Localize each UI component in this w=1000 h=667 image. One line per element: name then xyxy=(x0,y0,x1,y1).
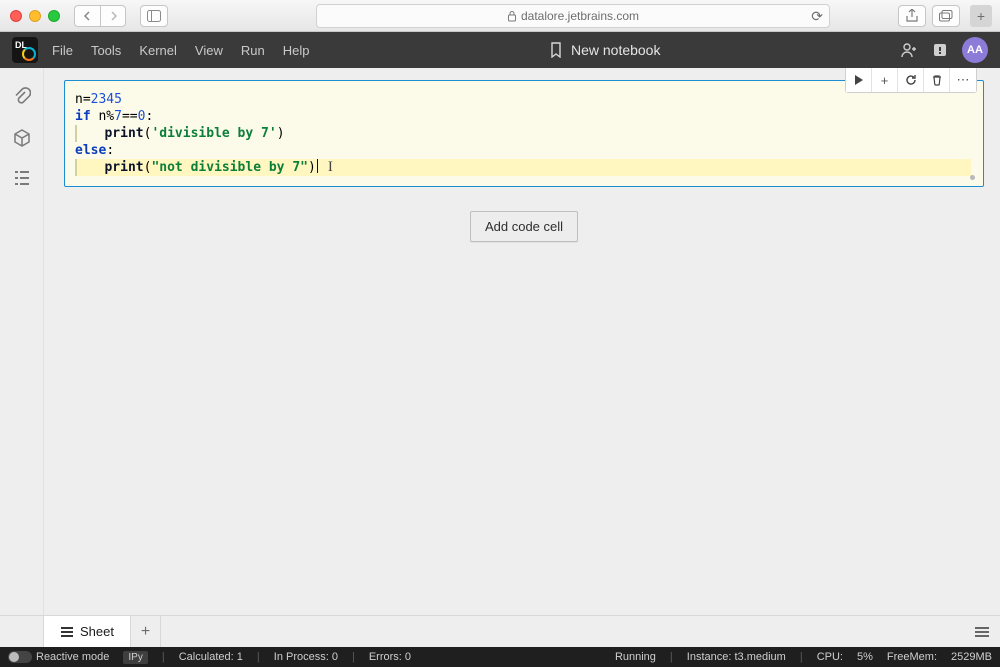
restart-cell-button[interactable] xyxy=(898,68,924,92)
sheet-tab-label: Sheet xyxy=(80,624,114,639)
status-instance: Instance: t3.medium xyxy=(687,651,786,663)
indent-guide xyxy=(75,159,77,176)
app-menu-bar: DL File Tools Kernel View Run Help New n… xyxy=(0,32,1000,68)
workspace: + ⋯ n=2345 if n%7==0: print('divisible b… xyxy=(0,68,1000,615)
status-bar: Reactive mode IPy | Calculated: 1 | In P… xyxy=(0,647,1000,667)
new-tab-button[interactable]: + xyxy=(970,5,992,27)
menu-run[interactable]: Run xyxy=(241,43,265,58)
sheet-strip: Sheet + xyxy=(0,615,1000,647)
share-button[interactable] xyxy=(898,5,926,27)
status-running: Running xyxy=(615,651,656,663)
actions-right: AA xyxy=(900,37,988,63)
report-icon[interactable] xyxy=(932,42,948,58)
code-editor[interactable]: n=2345 if n%7==0: print('divisible by 7'… xyxy=(65,81,983,186)
notebook-title-area: New notebook xyxy=(309,42,900,58)
reactive-mode-label: Reactive mode xyxy=(36,651,109,663)
separator: | xyxy=(800,651,803,663)
close-window-icon[interactable] xyxy=(10,10,22,22)
status-errors: Errors: 0 xyxy=(369,651,411,663)
app-logo-swirl-icon xyxy=(22,47,36,61)
code-number: 7 xyxy=(114,109,122,124)
sheet-strip-spacer xyxy=(0,616,44,647)
sheet-icon xyxy=(60,626,74,638)
code-text: n% xyxy=(91,109,114,124)
menu-view[interactable]: View xyxy=(195,43,223,58)
add-code-cell-button[interactable]: Add code cell xyxy=(470,211,578,242)
separator: | xyxy=(352,651,355,663)
add-cell-row: Add code cell xyxy=(64,211,984,242)
share-users-icon[interactable] xyxy=(900,42,918,58)
back-button[interactable] xyxy=(74,5,100,27)
delete-cell-button[interactable] xyxy=(924,68,950,92)
left-rail xyxy=(0,68,44,615)
status-cpu-value: 5% xyxy=(857,651,873,663)
status-freemem-label: FreeMem: xyxy=(887,651,937,663)
kernel-badge[interactable]: IPy xyxy=(123,651,147,664)
url-bar[interactable]: datalore.jetbrains.com ⟳ xyxy=(316,4,830,28)
menu-items: File Tools Kernel View Run Help xyxy=(52,43,309,58)
browser-chrome: datalore.jetbrains.com ⟳ + xyxy=(0,0,1000,32)
code-text: : xyxy=(145,109,153,124)
code-text: n= xyxy=(75,92,91,107)
menu-help[interactable]: Help xyxy=(283,43,310,58)
outline-icon[interactable] xyxy=(13,170,31,186)
code-string: 'divisible by 7' xyxy=(151,126,276,141)
add-sheet-button[interactable]: + xyxy=(131,616,161,647)
menu-file[interactable]: File xyxy=(52,43,73,58)
separator: | xyxy=(257,651,260,663)
sheet-menu-icon[interactable] xyxy=(974,626,990,638)
sheet-strip-right xyxy=(161,616,1000,647)
reload-button[interactable]: ⟳ xyxy=(811,8,823,25)
sheet-tab[interactable]: Sheet xyxy=(44,616,131,647)
chrome-right: + xyxy=(898,5,992,27)
code-text: : xyxy=(106,143,114,158)
menu-kernel[interactable]: Kernel xyxy=(139,43,177,58)
avatar[interactable]: AA xyxy=(962,37,988,63)
ibeam-cursor-icon: I xyxy=(328,159,333,176)
reactive-mode-toggle[interactable]: Reactive mode xyxy=(8,651,109,663)
attachments-icon[interactable] xyxy=(13,86,31,106)
nav-buttons xyxy=(74,5,126,27)
lock-icon xyxy=(507,10,517,22)
text-cursor xyxy=(317,159,318,173)
code-fn: print xyxy=(104,160,143,175)
separator: | xyxy=(670,651,673,663)
menu-tools[interactable]: Tools xyxy=(91,43,121,58)
add-cell-button[interactable]: + xyxy=(872,68,898,92)
app-logo[interactable]: DL xyxy=(12,37,38,63)
status-calculated: Calculated: 1 xyxy=(179,651,243,663)
window-controls xyxy=(8,10,60,22)
code-string: "not divisible by 7" xyxy=(151,160,308,175)
package-icon[interactable] xyxy=(12,128,32,148)
content-area: + ⋯ n=2345 if n%7==0: print('divisible b… xyxy=(44,68,1000,615)
run-cell-button[interactable] xyxy=(846,68,872,92)
status-freemem-value: 2529MB xyxy=(951,651,992,663)
notebook-title[interactable]: New notebook xyxy=(571,42,661,58)
sidebar-toggle-button[interactable] xyxy=(140,5,168,27)
status-inprocess: In Process: 0 xyxy=(274,651,338,663)
code-text: ) xyxy=(277,126,285,141)
minimize-window-icon[interactable] xyxy=(29,10,41,22)
avatar-initials: AA xyxy=(967,44,983,56)
code-keyword: else xyxy=(75,143,106,158)
code-keyword: if xyxy=(75,109,91,124)
toggle-icon xyxy=(8,651,32,663)
bookmark-icon xyxy=(549,42,563,58)
url-text: datalore.jetbrains.com xyxy=(521,9,639,23)
cell-toolbar: + ⋯ xyxy=(845,68,977,93)
zoom-window-icon[interactable] xyxy=(48,10,60,22)
forward-button[interactable] xyxy=(100,5,126,27)
code-text: ) xyxy=(308,160,316,175)
tabs-button[interactable] xyxy=(932,5,960,27)
code-cell[interactable]: + ⋯ n=2345 if n%7==0: print('divisible b… xyxy=(64,80,984,187)
more-cell-button[interactable]: ⋯ xyxy=(950,68,976,92)
unsaved-indicator-icon xyxy=(970,175,975,180)
status-cpu-label: CPU: xyxy=(817,651,843,663)
code-fn: print xyxy=(104,126,143,141)
indent-guide xyxy=(75,125,77,142)
separator: | xyxy=(162,651,165,663)
code-text: == xyxy=(122,109,138,124)
code-number: 2345 xyxy=(91,92,122,107)
